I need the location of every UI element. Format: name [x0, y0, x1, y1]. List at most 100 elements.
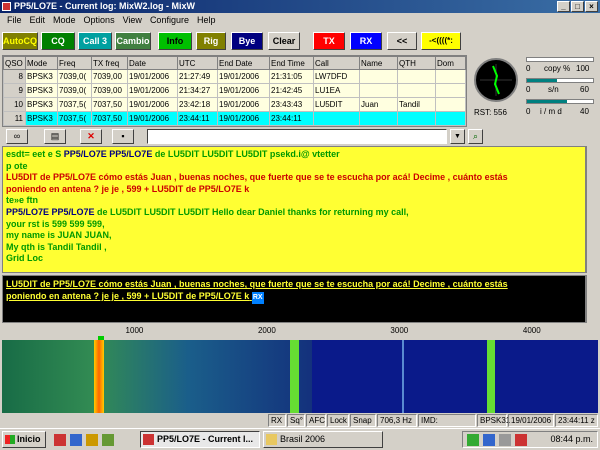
- delete-icon[interactable]: ✕: [80, 129, 102, 144]
- col-name[interactable]: Name: [359, 56, 398, 70]
- log-cell[interactable]: 9: [3, 83, 26, 98]
- receive-text-window[interactable]: esdt= eet e S PP5/LO7E PP5/LO7E de LU5DI…: [2, 146, 586, 273]
- log-cell[interactable]: [435, 69, 466, 84]
- tune-button[interactable]: -<((((*:: [421, 32, 461, 50]
- quicklaunch-icon-4[interactable]: [102, 434, 114, 446]
- log-cell[interactable]: [435, 83, 466, 98]
- status-mode[interactable]: BPSK31: [477, 414, 510, 427]
- status-squelch[interactable]: Sq°: [287, 414, 305, 427]
- tray-icon-1[interactable]: [467, 434, 479, 446]
- log-cell[interactable]: BPSK3: [25, 97, 58, 112]
- qso-log-table[interactable]: QSO Mode Freq TX freq Date UTC End Date …: [2, 55, 467, 127]
- col-end-time[interactable]: End Time: [269, 56, 314, 70]
- log-cell[interactable]: 7039,00: [91, 69, 128, 84]
- col-dom[interactable]: Dom: [435, 56, 466, 70]
- rx-button[interactable]: RX: [350, 32, 382, 50]
- log-cell[interactable]: [359, 83, 398, 98]
- menu-edit[interactable]: Edit: [26, 15, 50, 25]
- col-qth[interactable]: QTH: [397, 56, 436, 70]
- maximize-button[interactable]: □: [571, 1, 584, 12]
- glasses-icon[interactable]: ∞: [6, 129, 28, 144]
- transmit-text-window[interactable]: LU5DIT de PP5/LO7E cómo estás Juan , bue…: [2, 275, 586, 323]
- volume-icon[interactable]: [499, 434, 511, 446]
- save-icon[interactable]: ▪: [112, 129, 134, 144]
- menu-options[interactable]: Options: [80, 15, 119, 25]
- status-rx[interactable]: RX: [268, 414, 286, 427]
- log-cell[interactable]: 19/01/2006: [217, 83, 270, 98]
- log-cell[interactable]: 21:42:45: [269, 83, 314, 98]
- receive-scrollbar[interactable]: [586, 146, 598, 273]
- title-bar[interactable]: PP5/LO7E - Current log: MixW2.log - MixW…: [0, 0, 600, 13]
- log-cell[interactable]: 23:43:43: [269, 97, 314, 112]
- log-cell[interactable]: 7037,50: [91, 111, 128, 126]
- log-cell[interactable]: [435, 111, 466, 126]
- search-icon[interactable]: ⌕: [468, 129, 483, 144]
- col-utc[interactable]: UTC: [177, 56, 218, 70]
- quicklaunch-icon-1[interactable]: [54, 434, 66, 446]
- menu-file[interactable]: File: [3, 15, 26, 25]
- log-cell[interactable]: 19/01/2006: [217, 97, 270, 112]
- tray-icon-2[interactable]: [483, 434, 495, 446]
- log-row[interactable]: 10 BPSK3 7037,5(7037,50 19/01/2006 23:42:18 1…: [3, 97, 466, 112]
- col-end-date[interactable]: End Date: [217, 56, 270, 70]
- log-cell[interactable]: 7039,00: [91, 83, 128, 98]
- call3-button[interactable]: Call 3: [78, 32, 112, 50]
- log-row[interactable]: 11 BPSK3 7037,5(7037,50 19/01/2006 23:44:11 1…: [3, 111, 466, 126]
- menu-configure[interactable]: Configure: [146, 15, 193, 25]
- waterfall-display[interactable]: [2, 340, 598, 413]
- rig-button[interactable]: Rig: [196, 32, 226, 50]
- log-cell[interactable]: 21:27:49: [177, 69, 218, 84]
- log-cell[interactable]: 21:31:05: [269, 69, 314, 84]
- cq-button[interactable]: CQ: [41, 32, 75, 50]
- log-cell[interactable]: BPSK3: [25, 69, 58, 84]
- close-button[interactable]: ×: [585, 1, 598, 12]
- log-cell[interactable]: [397, 69, 436, 84]
- log-cell[interactable]: BPSK3: [25, 83, 58, 98]
- clear-button[interactable]: Clear: [268, 32, 300, 50]
- log-cell[interactable]: 19/01/2006: [127, 97, 178, 112]
- log-cell[interactable]: 7037,5(: [57, 97, 92, 112]
- log-cell[interactable]: 11: [3, 111, 26, 126]
- callsign-input[interactable]: [147, 129, 447, 144]
- log-cell[interactable]: 7037,50: [91, 97, 128, 112]
- status-lock[interactable]: Lock: [327, 414, 349, 427]
- log-row[interactable]: 9 BPSK3 7039,0(7039,00 19/01/2006 21:34:27 19…: [3, 83, 466, 98]
- bye-button[interactable]: Bye: [231, 32, 263, 50]
- start-button[interactable]: Inicio: [2, 431, 46, 448]
- open-file-icon[interactable]: ▤: [44, 129, 66, 144]
- status-snap[interactable]: Snap: [350, 414, 376, 427]
- log-cell[interactable]: 19/01/2006: [127, 83, 178, 98]
- task-brasil[interactable]: Brasil 2006: [263, 431, 383, 448]
- log-cell[interactable]: 19/01/2006: [127, 111, 178, 126]
- back-button[interactable]: <<: [387, 32, 417, 50]
- col-call[interactable]: Call: [313, 56, 360, 70]
- tx-button[interactable]: TX: [313, 32, 345, 50]
- menu-view[interactable]: View: [119, 15, 146, 25]
- col-qso[interactable]: QSO: [3, 56, 26, 70]
- log-cell[interactable]: BPSK3: [25, 111, 58, 126]
- log-cell[interactable]: 23:44:11: [177, 111, 218, 126]
- log-cell[interactable]: 19/01/2006: [127, 69, 178, 84]
- dropdown-arrow-icon[interactable]: ▼: [450, 129, 465, 144]
- menu-help[interactable]: Help: [193, 15, 220, 25]
- log-cell[interactable]: 23:42:18: [177, 97, 218, 112]
- log-cell[interactable]: 7039,0(: [57, 83, 92, 98]
- log-cell[interactable]: 7037,5(: [57, 111, 92, 126]
- log-cell[interactable]: Juan: [359, 97, 398, 112]
- minimize-button[interactable]: _: [557, 1, 570, 12]
- log-cell[interactable]: [313, 111, 360, 126]
- transmit-scrollbar[interactable]: [586, 275, 598, 323]
- log-cell[interactable]: 8: [3, 69, 26, 84]
- tray-icon-4[interactable]: [515, 434, 527, 446]
- col-tx-freq[interactable]: TX freq: [91, 56, 128, 70]
- task-mixw[interactable]: PP5/LO7E - Current l...: [140, 431, 260, 448]
- quicklaunch-icon-3[interactable]: [86, 434, 98, 446]
- cambio-button[interactable]: Cambio: [115, 32, 151, 50]
- log-cell[interactable]: [359, 111, 398, 126]
- menu-mode[interactable]: Mode: [49, 15, 80, 25]
- log-cell[interactable]: [435, 97, 466, 112]
- log-cell[interactable]: 19/01/2006: [217, 111, 270, 126]
- log-cell[interactable]: [397, 83, 436, 98]
- log-cell[interactable]: LW7DFD: [313, 69, 360, 84]
- taskbar-clock[interactable]: 08:44 p.m.: [550, 434, 593, 444]
